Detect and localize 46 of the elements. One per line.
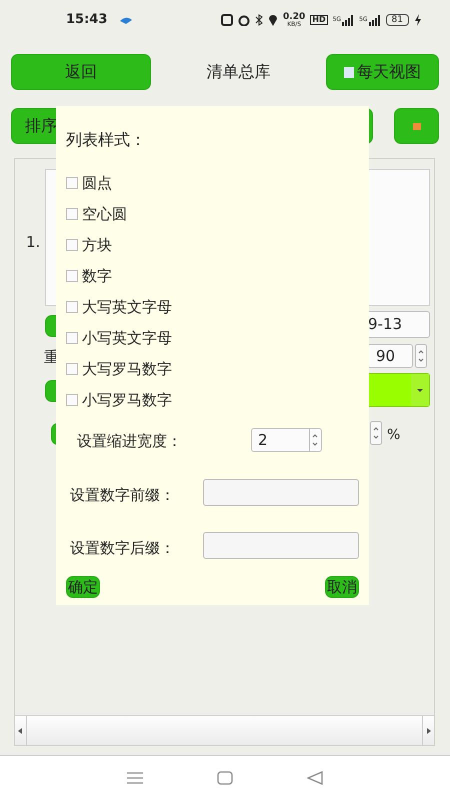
- checkbox[interactable]: [66, 177, 78, 190]
- back-button[interactable]: 返回: [11, 54, 151, 90]
- style-option[interactable]: 小写英文字母: [82, 327, 172, 350]
- menu-icon: [127, 772, 143, 784]
- indent-field[interactable]: 2: [251, 428, 322, 452]
- signal-icon: [368, 14, 381, 26]
- style-option[interactable]: 大写罗马数字: [82, 358, 172, 380]
- style-option[interactable]: 方块: [82, 234, 112, 256]
- style-option[interactable]: 空心圆: [82, 203, 127, 226]
- cancel-button[interactable]: 取消: [325, 576, 359, 598]
- prefix-label: 设置数字前缀：: [70, 485, 175, 506]
- ok-button[interactable]: 确定: [66, 576, 100, 598]
- style-option[interactable]: 圆点: [82, 172, 112, 194]
- checkbox[interactable]: [66, 394, 78, 406]
- charging-icon: [414, 14, 422, 26]
- style-option[interactable]: 大写英文字母: [82, 296, 172, 318]
- checkbox[interactable]: [66, 363, 78, 376]
- checkbox[interactable]: [66, 301, 78, 314]
- signal-icon: [342, 14, 354, 26]
- spinner-icon: [415, 344, 427, 368]
- net-speed: 0.20: [283, 12, 306, 22]
- checkbox[interactable]: [66, 270, 78, 282]
- home-icon: [217, 771, 233, 785]
- battery-level: 81: [386, 14, 409, 26]
- checkbox[interactable]: [66, 208, 78, 220]
- horizontal-scrollbar[interactable]: [15, 715, 434, 745]
- bluetooth-icon: [255, 14, 264, 26]
- hd-badge: HD: [310, 14, 328, 26]
- checkbox[interactable]: [66, 332, 78, 344]
- indent-label: 设置缩进宽度：: [77, 431, 182, 452]
- spinner-icon: [370, 421, 382, 445]
- suffix-field[interactable]: [203, 532, 359, 559]
- prefix-field[interactable]: [203, 479, 359, 506]
- caret-icon: [411, 374, 429, 406]
- suffix-label: 设置数字后缀：: [70, 538, 175, 559]
- back-icon: [307, 771, 323, 785]
- location-icon: [268, 14, 278, 26]
- style-option[interactable]: 小写罗马数字: [82, 389, 172, 412]
- page-title: 清单总库: [206, 61, 272, 83]
- add-button[interactable]: [394, 108, 439, 144]
- checkbox[interactable]: [66, 239, 78, 252]
- list-number: 1.: [26, 232, 40, 253]
- percent-unit: %: [387, 426, 400, 445]
- status-time: 15:43: [66, 11, 108, 30]
- daily-view-button[interactable]: 每天视图: [326, 54, 439, 90]
- style-option[interactable]: 数字: [82, 265, 112, 288]
